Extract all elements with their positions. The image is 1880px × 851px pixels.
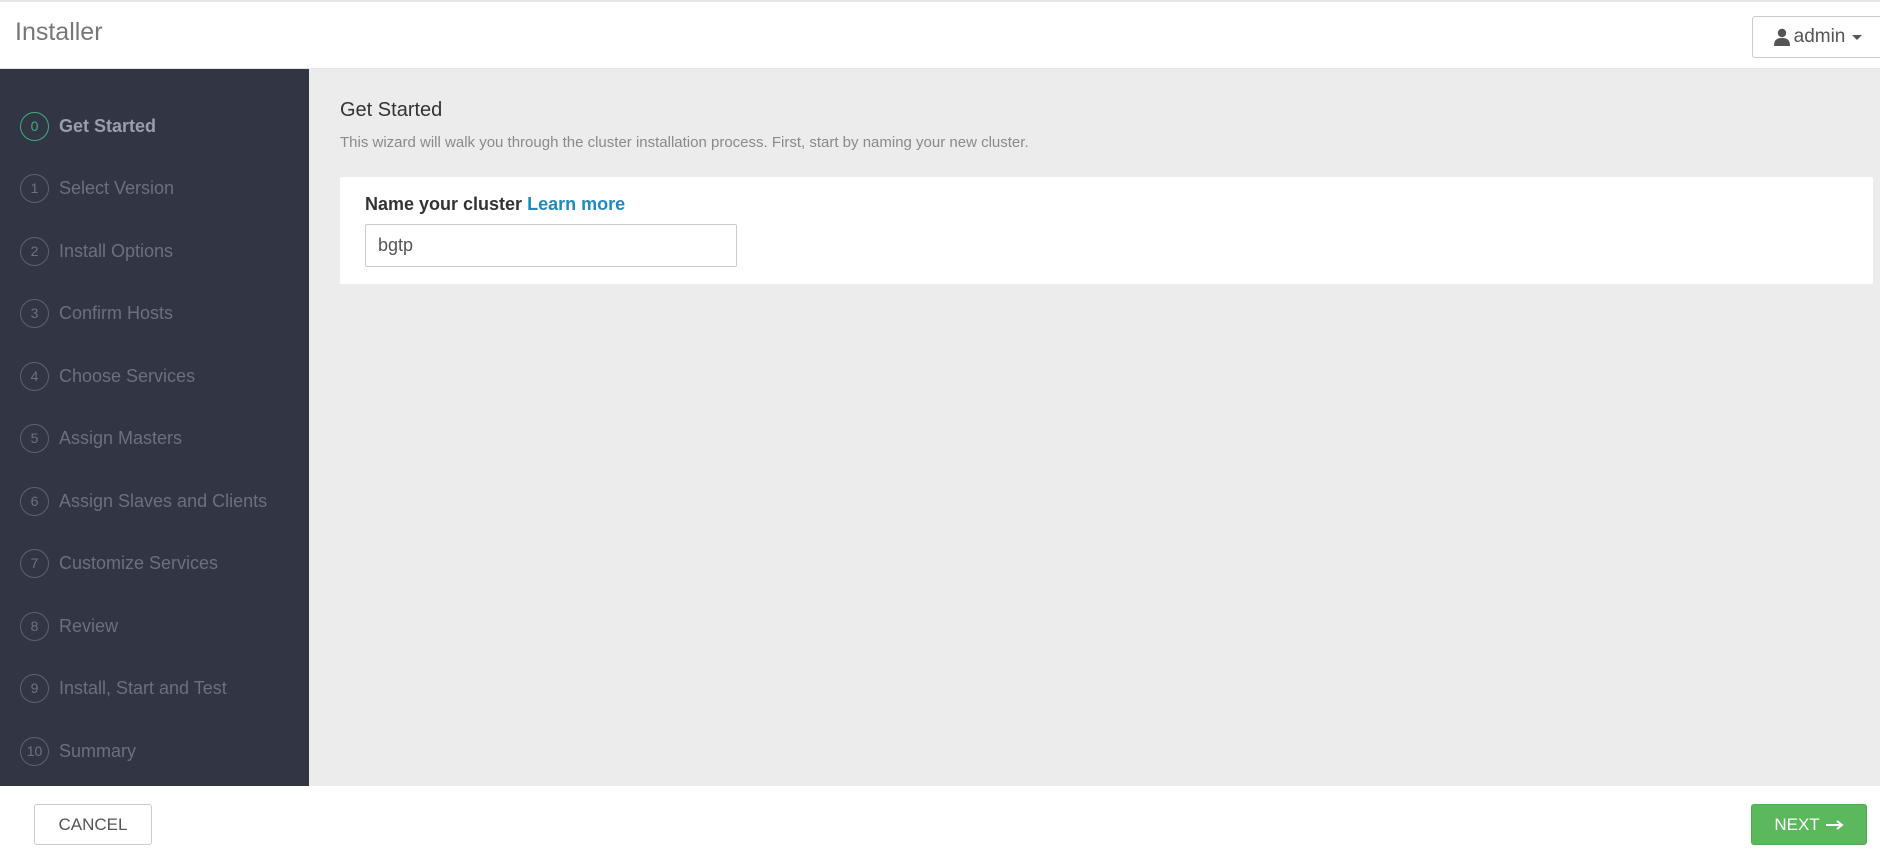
step-number: 8 [20,611,49,641]
step-install-start-and-test[interactable]: 9 Install, Start and Test [20,673,227,703]
user-icon [1773,28,1790,46]
step-label: Review [59,615,119,636]
step-number: 5 [20,423,49,453]
page-title: Get Started [340,99,443,121]
cancel-button[interactable]: CANCEL [34,804,152,845]
step-number: 3 [20,298,49,328]
main-content: Get Started This wizard will walk you th… [309,69,1880,786]
top-bar: Installer admin [0,0,1880,69]
caret-down-icon [1852,34,1863,40]
cluster-name-input[interactable] [365,224,737,267]
step-number: 4 [20,361,49,391]
step-number: 1 [20,173,49,203]
step-customize-services[interactable]: 7 Customize Services [20,548,218,578]
app-title: Installer [15,18,103,46]
step-summary[interactable]: 10 Summary [20,736,136,766]
step-number: 10 [20,736,49,766]
step-label: Choose Services [59,365,196,386]
step-label: Confirm Hosts [59,302,174,323]
step-assign-masters[interactable]: 5 Assign Masters [20,423,182,453]
wizard-footer: CANCEL NEXT [0,786,1880,851]
next-button-label: NEXT [1774,814,1820,834]
cluster-name-label: Name your cluster Learn more [365,194,625,215]
step-select-version[interactable]: 1 Select Version [20,173,174,203]
step-confirm-hosts[interactable]: 3 Confirm Hosts [20,298,173,328]
learn-more-link[interactable]: Learn more [527,194,625,214]
page-description: This wizard will walk you through the cl… [340,134,1029,151]
step-label: Select Version [59,177,175,198]
user-menu-label: admin [1793,26,1846,47]
step-number: 2 [20,236,49,266]
step-label: Customize Services [59,552,219,573]
step-number: 6 [20,486,49,516]
step-label: Assign Masters [59,427,183,448]
user-menu-button[interactable]: admin [1752,16,1880,58]
step-assign-slaves-and-clients[interactable]: 6 Assign Slaves and Clients [20,486,267,516]
step-review[interactable]: 8 Review [20,611,118,641]
step-choose-services[interactable]: 4 Choose Services [20,361,195,391]
step-number: 9 [20,673,49,703]
step-label: Get Started [59,115,157,136]
step-get-started[interactable]: 0 Get Started [20,111,156,141]
step-number: 7 [20,548,49,578]
step-label: Summary [59,740,137,761]
step-label: Assign Slaves and Clients [59,490,268,511]
name-your-cluster-text: Name your cluster [365,194,523,214]
arrow-right-icon [1825,815,1844,835]
step-label: Install, Start and Test [59,677,227,698]
cluster-name-panel: Name your cluster Learn more [340,177,1873,284]
step-install-options[interactable]: 2 Install Options [20,236,173,266]
next-button[interactable]: NEXT [1751,804,1867,845]
wizard-steps-sidebar: 0 Get Started 1 Select Version 2 Install… [0,69,309,786]
step-label: Install Options [59,240,174,261]
step-number: 0 [20,111,49,141]
